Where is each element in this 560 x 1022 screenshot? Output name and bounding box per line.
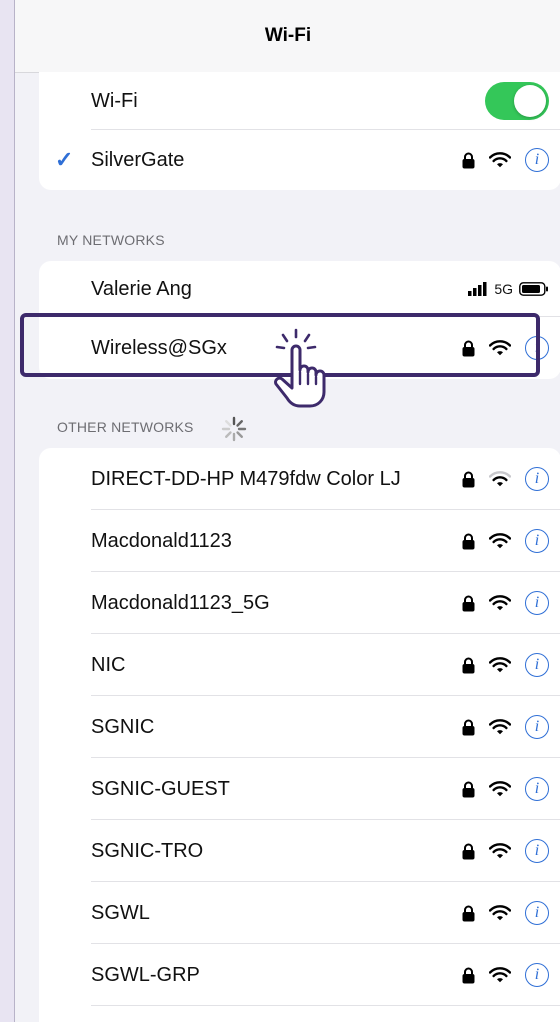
network-status-icons: i: [462, 529, 549, 553]
network-row[interactable]: SGWL-GRP i: [39, 944, 560, 1006]
wifi-icon: [489, 533, 511, 549]
info-icon[interactable]: i: [525, 529, 549, 553]
info-icon[interactable]: i: [525, 839, 549, 863]
network-row[interactable]: NIC i: [39, 634, 560, 696]
wifi-icon: [489, 843, 511, 859]
wifi-icon: [489, 905, 511, 921]
wifi-icon: [489, 781, 511, 797]
info-icon[interactable]: i: [525, 591, 549, 615]
lock-icon: [462, 595, 475, 611]
network-status-icons: i: [462, 715, 549, 739]
info-icon[interactable]: i: [525, 653, 549, 677]
info-icon[interactable]: i: [525, 963, 549, 987]
network-status-icons: i: [462, 653, 549, 677]
network-row[interactable]: Macdonald1123 i: [39, 510, 560, 572]
divider: [91, 1005, 560, 1006]
network-name: SilverGate: [91, 148, 185, 171]
wifi-weak-icon: [489, 471, 511, 487]
network-status-icons: i: [462, 148, 549, 172]
network-name: Valerie Ang: [91, 277, 192, 300]
lock-icon: [462, 905, 475, 921]
info-icon[interactable]: i: [525, 467, 549, 491]
other-networks-header: OTHER NETWORKS: [57, 419, 194, 435]
lock-icon: [462, 719, 475, 735]
lock-icon: [462, 657, 475, 673]
network-name: SGWL-GRP: [91, 963, 200, 986]
network-row[interactable]: SGNIC-GUEST i: [39, 758, 560, 820]
network-name: Wireless@SGx: [91, 336, 227, 359]
network-type: 5G: [494, 281, 513, 297]
hotspot-status: 5G: [468, 281, 549, 297]
network-row[interactable]: SGWL i: [39, 882, 560, 944]
lock-icon: [462, 471, 475, 487]
lock-icon: [462, 781, 475, 797]
wifi-settings-panel: Wi-Fi Wi-Fi ✓ SilverGate i MY NETWORKS V…: [14, 0, 560, 1022]
lock-icon: [462, 340, 475, 356]
my-networks-header: MY NETWORKS: [57, 232, 165, 248]
network-name: NIC: [91, 653, 126, 676]
wifi-toggle-label: Wi-Fi: [91, 89, 138, 112]
network-status-icons: i: [462, 901, 549, 925]
network-status-icons: i: [462, 963, 549, 987]
connected-network-row[interactable]: ✓ SilverGate i: [39, 130, 560, 190]
lock-icon: [462, 533, 475, 549]
network-status-icons: i: [462, 591, 549, 615]
cellular-signal-icon: [468, 282, 487, 296]
info-icon[interactable]: i: [525, 777, 549, 801]
wifi-icon: [489, 657, 511, 673]
info-icon[interactable]: i: [525, 715, 549, 739]
network-row[interactable]: DIRECT-DD-HP M479fdw Color LJ i: [39, 448, 560, 510]
network-name: DIRECT-DD-HP M479fdw Color LJ: [91, 467, 401, 490]
loading-spinner-icon: [221, 416, 247, 442]
network-name: Macdonald1123: [91, 529, 232, 552]
info-icon[interactable]: i: [525, 148, 549, 172]
network-name: SGNIC: [91, 715, 155, 738]
lock-icon: [462, 967, 475, 983]
toggle-knob: [514, 85, 546, 117]
lock-icon: [462, 152, 475, 168]
wifi-toggle-group: Wi-Fi ✓ SilverGate i: [39, 72, 560, 190]
network-name: SGNIC-GUEST: [91, 777, 230, 800]
network-status-icons: i: [462, 336, 549, 360]
network-row[interactable]: SGNIC-TRO i: [39, 820, 560, 882]
other-networks-group: DIRECT-DD-HP M479fdw Color LJ i Macdonal…: [39, 448, 560, 1022]
network-row[interactable]: Macdonald1123_5G i: [39, 572, 560, 634]
wifi-icon: [489, 340, 511, 356]
wifi-icon: [489, 719, 511, 735]
network-status-icons: i: [462, 467, 549, 491]
navigation-bar: Wi-Fi: [15, 0, 560, 73]
page-title: Wi-Fi: [264, 25, 312, 46]
wifi-toggle-row: Wi-Fi: [39, 72, 560, 130]
network-row[interactable]: SGNIC i: [39, 696, 560, 758]
network-status-icons: i: [462, 839, 549, 863]
wifi-toggle-switch[interactable]: [485, 82, 549, 120]
info-icon[interactable]: i: [525, 901, 549, 925]
checkmark-icon: ✓: [55, 147, 74, 172]
info-icon[interactable]: i: [525, 336, 549, 360]
network-status-icons: i: [462, 777, 549, 801]
network-name: SGWL: [91, 901, 150, 924]
tap-hand-icon: [274, 328, 326, 408]
battery-icon: [519, 282, 548, 296]
wifi-icon: [489, 152, 511, 168]
wifi-icon: [489, 967, 511, 983]
hotspot-row[interactable]: Valerie Ang 5G: [39, 261, 560, 317]
network-name: SGNIC-TRO: [91, 839, 204, 862]
lock-icon: [462, 843, 475, 859]
wifi-icon: [489, 595, 511, 611]
network-name: Macdonald1123_5G: [91, 591, 270, 614]
